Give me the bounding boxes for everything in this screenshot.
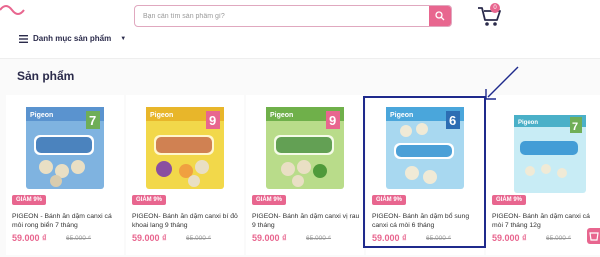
product-card[interactable]: Pigeon 7 GIẢM 9% PIGEON- Bánh ăn dặm can…: [486, 95, 600, 255]
product-name[interactable]: PIGEON- Bánh ăn dặm canxi vị rau 9 tháng: [252, 212, 362, 230]
discount-badge: GIẢM 9%: [252, 195, 287, 205]
search-icon: [435, 11, 445, 21]
product-name[interactable]: PIGEON- Bánh ăn dặm canxi cá mòi 7 tháng…: [492, 212, 600, 230]
product-card[interactable]: Pigeon 9 GIẢM 9% PIGEON- Bánh ăn dặm can…: [126, 95, 244, 255]
search-bar: [134, 5, 452, 27]
chevron-down-icon: ▼: [120, 35, 127, 42]
product-old-price: 65.000 ₫: [306, 235, 332, 242]
cart-icon: [589, 232, 599, 241]
section-title: Sản phẩm: [17, 69, 75, 83]
svg-text:Pigeon: Pigeon: [518, 120, 538, 126]
search-input[interactable]: [143, 6, 423, 26]
discount-badge: GIẢM 9%: [492, 195, 527, 205]
product-card[interactable]: Pigeon 7 GIẢM 9% PIGEON - Bánh ăn dặm ca…: [6, 95, 124, 255]
product-image[interactable]: Pigeon 9: [256, 101, 354, 199]
logo-fragment[interactable]: [0, 0, 26, 20]
product-image[interactable]: Pigeon 7: [16, 101, 114, 199]
age-label: 9: [209, 113, 216, 128]
age-label: 9: [329, 113, 336, 128]
svg-text:Pigeon: Pigeon: [30, 112, 53, 119]
product-price: 59.000 ₫: [492, 233, 527, 243]
category-menu-label: Danh mục sản phẩm: [33, 34, 112, 43]
product-old-price: 65.000 ₫: [186, 235, 212, 242]
svg-text:Pigeon: Pigeon: [270, 112, 293, 119]
annotation-arrow-icon: [485, 66, 519, 100]
age-label: 7: [572, 121, 578, 133]
hamburger-icon: [19, 34, 28, 43]
product-image[interactable]: Pigeon 9: [136, 101, 234, 199]
search-button[interactable]: [429, 6, 451, 26]
age-label: 7: [89, 113, 96, 128]
product-old-price: 65.000 ₫: [546, 235, 572, 242]
cart-count-badge: 0: [490, 3, 500, 13]
svg-text:Pigeon: Pigeon: [150, 112, 173, 119]
site-header: 0 Danh mục sản phẩm ▼: [0, 0, 600, 58]
category-menu[interactable]: Danh mục sản phẩm ▼: [19, 34, 126, 43]
discount-badge: GIẢM 9%: [132, 195, 167, 205]
product-price: 59.000 ₫: [12, 233, 47, 243]
highlight-box: [363, 96, 486, 248]
product-card[interactable]: Pigeon 9 GIẢM 9% PIGEON- Bánh ăn dặm can…: [246, 95, 364, 255]
product-image[interactable]: Pigeon 7: [496, 101, 594, 199]
floating-cart-button[interactable]: [587, 228, 600, 244]
product-price: 59.000 ₫: [252, 233, 287, 243]
discount-badge: GIẢM 9%: [12, 195, 47, 205]
product-price: 59.000 ₫: [132, 233, 167, 243]
product-name[interactable]: PIGEON- Bánh ăn dặm canxi bí đỏ khoai la…: [132, 212, 242, 230]
product-old-price: 65.000 ₫: [66, 235, 92, 242]
product-name[interactable]: PIGEON - Bánh ăn dặm canxi cá môi rong b…: [12, 212, 122, 230]
